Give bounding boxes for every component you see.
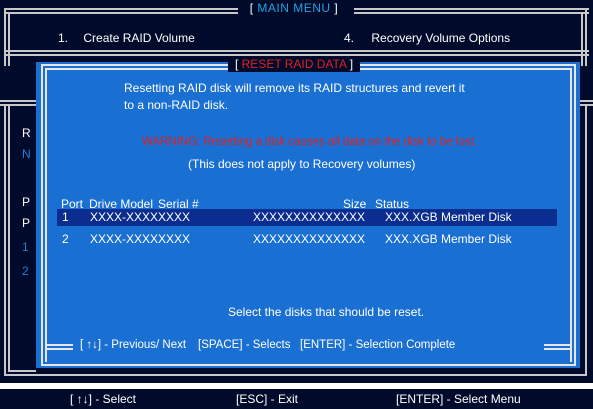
warning-text: WARNING: Resetting a disk causes all dat… — [142, 136, 478, 148]
title-bracket-open: [ — [234, 57, 239, 71]
dialog-border-line — [360, 68, 572, 70]
partial-text-p: P — [22, 195, 31, 209]
partial-text-p: P — [22, 216, 31, 230]
disk-model: XXXX-XXXXXXXX — [90, 232, 191, 246]
partial-text-n: N — [22, 147, 31, 161]
hint-previous-next: [ ↑↓] - Previous/ Next — [80, 339, 187, 351]
top-border-line — [4, 12, 238, 14]
dialog-border-line — [45, 68, 47, 362]
footer-bar: [ ↑↓] - Select [ESC] - Exit [ENTER] - Se… — [0, 389, 593, 409]
footer-hint-select: [ ↑↓] - Select — [70, 392, 137, 406]
disk-status: Member Disk — [441, 232, 512, 246]
bios-screen: [ MAIN MENU ] 1. Create RAID Volume 4. R… — [0, 0, 593, 409]
partial-text-r: R — [22, 126, 31, 140]
menu-item-number: 4. — [344, 31, 355, 45]
dialog-border-line — [41, 64, 228, 66]
top-border-line — [4, 8, 238, 10]
right-border-line — [585, 104, 587, 376]
top-border-line — [354, 8, 589, 10]
footer-hint-select-menu: [ENTER] - Select Menu — [396, 392, 521, 406]
title-bracket-close: ] — [334, 1, 339, 15]
dialog-description-line1: Resetting RAID disk will remove its RAID… — [124, 81, 465, 95]
disk-size: XXX.XGB — [385, 232, 438, 246]
dialog-border-line — [45, 348, 73, 350]
disk-port: 2 — [62, 232, 69, 246]
disk-serial: XXXXXXXXXXXXXX — [253, 210, 366, 224]
disk-row[interactable]: 1 XXXX-XXXXXXXX XXXXXXXXXXXXXX XXX.XGB M… — [57, 209, 557, 226]
dialog-border-line — [544, 348, 572, 350]
note-text: (This does not apply to Recovery volumes… — [188, 157, 416, 171]
right-border-line — [581, 12, 583, 66]
main-menu-window: [ MAIN MENU ] 1. Create RAID Volume 4. R… — [0, 0, 593, 383]
dialog-border-line — [45, 68, 228, 70]
dialog-border-line — [41, 364, 576, 366]
dialog-description-line2: to a non-RAID disk. — [124, 98, 229, 112]
menu-item-label: Create RAID Volume — [83, 31, 195, 45]
dialog-title: [ RESET RAID DATA ] — [228, 56, 360, 72]
dialog-border-line — [360, 64, 576, 66]
disk-model: XXXX-XXXXXXXX — [90, 210, 191, 224]
select-prompt: Select the disks that should be reset. — [228, 305, 425, 319]
main-menu-title: [ MAIN MENU ] — [238, 1, 350, 15]
dialog-border-line — [41, 64, 43, 366]
partial-text-2: 2 — [22, 264, 29, 278]
dialog-border-line — [570, 68, 572, 362]
main-menu-title-text: MAIN MENU — [257, 1, 331, 15]
hint-space-selects: [SPACE] - Selects — [198, 339, 291, 351]
left-border-line — [4, 8, 6, 66]
disk-size: XXX.XGB — [385, 210, 438, 224]
side-separator-line — [580, 100, 593, 102]
dialog-border-line — [544, 344, 572, 346]
disk-port: 1 — [62, 210, 69, 224]
left-border-line — [8, 12, 10, 66]
title-bracket-close: ] — [349, 57, 354, 71]
footer-hint-exit: [ESC] - Exit — [236, 392, 299, 406]
left-border-line — [8, 104, 10, 372]
top-border-line — [354, 12, 589, 14]
partial-text-1: 1 — [22, 240, 29, 254]
disk-row[interactable]: 2 XXXX-XXXXXXXX XXXXXXXXXXXXXX XXX.XGB M… — [57, 231, 557, 248]
dialog-border-line — [45, 344, 73, 346]
disk-serial: XXXXXXXXXXXXXX — [253, 232, 366, 246]
menu-item-number: 1. — [58, 31, 69, 45]
right-border-line — [585, 8, 587, 66]
dialog-title-text: RESET RAID DATA — [241, 57, 347, 71]
left-border-line — [4, 104, 6, 376]
disk-status: Member Disk — [441, 210, 512, 224]
hint-enter-selection-complete: [ENTER] - Selection Complete — [300, 339, 456, 351]
menu-separator-line — [4, 50, 589, 52]
bottom-border-line — [4, 374, 587, 376]
title-bracket-open: [ — [249, 1, 254, 15]
menu-item-create-raid-volume[interactable]: 1. Create RAID Volume — [58, 31, 195, 45]
menu-item-label: Recovery Volume Options — [371, 31, 511, 45]
bottom-border-line — [8, 370, 36, 372]
side-separator-line — [0, 100, 36, 102]
dialog-border-line — [574, 64, 576, 366]
menu-item-recovery-volume-options[interactable]: 4. Recovery Volume Options — [344, 31, 510, 45]
